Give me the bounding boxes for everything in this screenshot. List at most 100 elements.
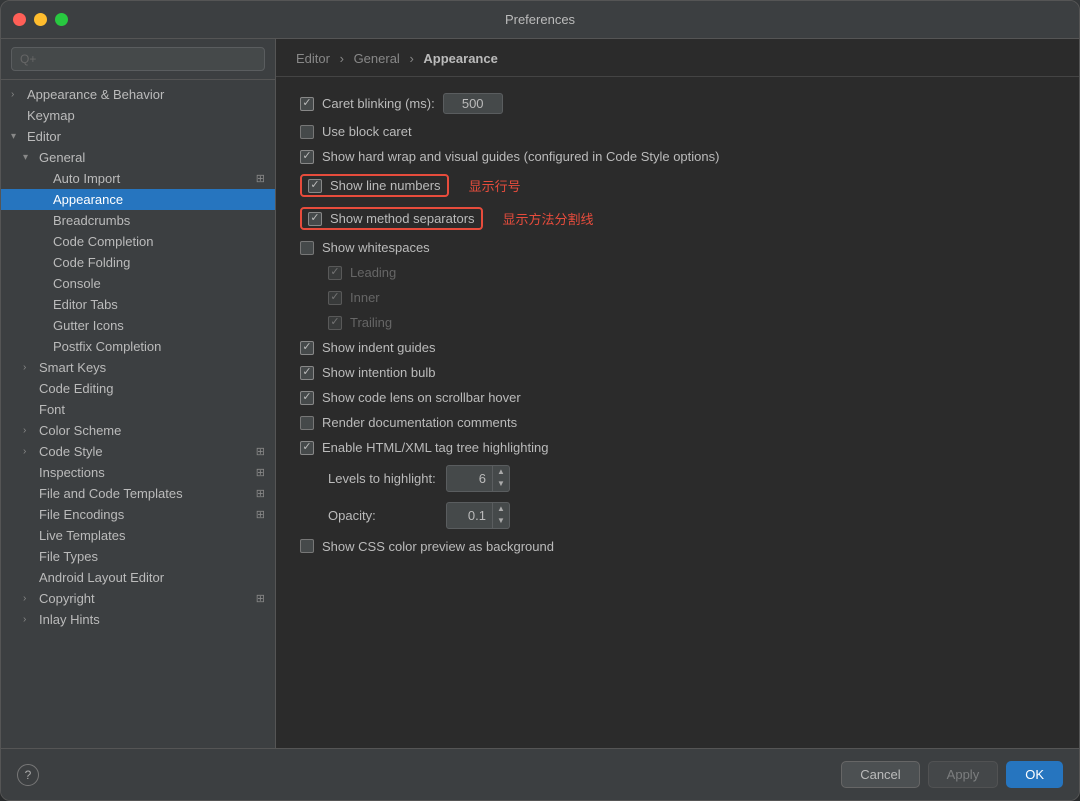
- show-line-numbers-highlight: Show line numbers: [300, 174, 449, 197]
- sidebar-item-color-scheme[interactable]: Color Scheme: [1, 420, 275, 441]
- sidebar-item-inlay-hints[interactable]: Inlay Hints: [1, 609, 275, 630]
- sidebar-item-appearance[interactable]: Appearance: [1, 189, 275, 210]
- minimize-button[interactable]: [34, 13, 47, 26]
- trailing-label: Trailing: [350, 315, 392, 330]
- show-line-numbers-checkbox[interactable]: [308, 179, 322, 193]
- use-block-caret-checkbox[interactable]: [300, 125, 314, 139]
- arrow-icon: [23, 446, 35, 457]
- preferences-dialog: Preferences Appearance & Behavior Keymap: [0, 0, 1080, 801]
- show-css-preview-checkbox[interactable]: [300, 539, 314, 553]
- sidebar-item-label: Color Scheme: [39, 423, 121, 438]
- sidebar-item-editor-tabs[interactable]: Editor Tabs: [1, 294, 275, 315]
- sidebar-item-file-encodings[interactable]: File Encodings ⊞: [1, 504, 275, 525]
- arrow-icon: [23, 152, 35, 163]
- breadcrumb: Editor › General › Appearance: [276, 39, 1079, 77]
- breadcrumb-editor: Editor: [296, 51, 330, 66]
- sidebar-item-android-layout-editor[interactable]: Android Layout Editor: [1, 567, 275, 588]
- copy-icon: ⊞: [256, 466, 265, 479]
- show-intention-bulb-checkbox[interactable]: [300, 366, 314, 380]
- sidebar-item-general[interactable]: General: [1, 147, 275, 168]
- enable-html-xml-checkbox[interactable]: [300, 441, 314, 455]
- sidebar-item-label: Code Editing: [39, 381, 113, 396]
- sidebar-item-label: Gutter Icons: [53, 318, 124, 333]
- render-doc-comments-checkbox[interactable]: [300, 416, 314, 430]
- maximize-button[interactable]: [55, 13, 68, 26]
- show-indent-guides-checkbox[interactable]: [300, 341, 314, 355]
- levels-spin-down[interactable]: ▼: [493, 478, 509, 490]
- help-button[interactable]: ?: [17, 764, 39, 786]
- main-content: Appearance & Behavior Keymap Editor Gene…: [1, 39, 1079, 748]
- sidebar-item-live-templates[interactable]: Live Templates: [1, 525, 275, 546]
- sidebar-item-code-completion[interactable]: Code Completion: [1, 231, 275, 252]
- sidebar-item-label: File Types: [39, 549, 98, 564]
- show-hard-wrap-row: Show hard wrap and visual guides (config…: [300, 149, 1055, 164]
- sidebar-item-code-folding[interactable]: Code Folding: [1, 252, 275, 273]
- apply-button[interactable]: Apply: [928, 761, 999, 788]
- arrow-icon: [23, 362, 35, 373]
- sidebar-item-keymap[interactable]: Keymap: [1, 105, 275, 126]
- sidebar-item-gutter-icons[interactable]: Gutter Icons: [1, 315, 275, 336]
- sidebar-item-postfix-completion[interactable]: Postfix Completion: [1, 336, 275, 357]
- use-block-caret-row: Use block caret: [300, 124, 1055, 139]
- show-code-lens-checkbox[interactable]: [300, 391, 314, 405]
- window-controls: [13, 13, 68, 26]
- opacity-input[interactable]: [447, 505, 492, 526]
- show-hard-wrap-checkbox[interactable]: [300, 150, 314, 164]
- sidebar-item-appearance-behavior[interactable]: Appearance & Behavior: [1, 84, 275, 105]
- cancel-button[interactable]: Cancel: [841, 761, 919, 788]
- caret-blinking-label: Caret blinking (ms):: [322, 96, 435, 111]
- footer-left: ?: [17, 764, 39, 786]
- sidebar-item-label: Appearance: [53, 192, 123, 207]
- sidebar-item-breadcrumbs[interactable]: Breadcrumbs: [1, 210, 275, 231]
- show-whitespaces-checkbox[interactable]: [300, 241, 314, 255]
- levels-spin-up[interactable]: ▲: [493, 466, 509, 478]
- ok-button[interactable]: OK: [1006, 761, 1063, 788]
- sidebar-item-code-editing[interactable]: Code Editing: [1, 378, 275, 399]
- opacity-spin-down[interactable]: ▼: [493, 515, 509, 527]
- sidebar-item-label: File Encodings: [39, 507, 124, 522]
- use-block-caret-label: Use block caret: [322, 124, 412, 139]
- trailing-checkbox[interactable]: [328, 316, 342, 330]
- show-line-numbers-row: Show line numbers 显示行号: [300, 174, 1055, 197]
- breadcrumb-sep1: ›: [340, 51, 344, 66]
- right-panel: Editor › General › Appearance Caret blin…: [276, 39, 1079, 748]
- caret-blinking-checkbox[interactable]: [300, 97, 314, 111]
- show-method-separators-checkbox[interactable]: [308, 212, 322, 226]
- sidebar-item-smart-keys[interactable]: Smart Keys: [1, 357, 275, 378]
- render-doc-comments-label: Render documentation comments: [322, 415, 517, 430]
- sidebar-item-label: Copyright: [39, 591, 95, 606]
- sidebar-item-copyright[interactable]: Copyright ⊞: [1, 588, 275, 609]
- close-button[interactable]: [13, 13, 26, 26]
- inner-checkbox[interactable]: [328, 291, 342, 305]
- sidebar-item-auto-import[interactable]: Auto Import ⊞: [1, 168, 275, 189]
- levels-to-highlight-input[interactable]: [447, 468, 492, 489]
- show-line-numbers-annotation: 显示行号: [469, 176, 521, 195]
- footer-right: Cancel Apply OK: [841, 761, 1063, 788]
- search-input[interactable]: [11, 47, 265, 71]
- title-bar: Preferences: [1, 1, 1079, 39]
- opacity-spin-up[interactable]: ▲: [493, 503, 509, 515]
- breadcrumb-current: Appearance: [423, 51, 497, 66]
- sidebar-item-label: Breadcrumbs: [53, 213, 130, 228]
- leading-checkbox[interactable]: [328, 266, 342, 280]
- sidebar-item-font[interactable]: Font: [1, 399, 275, 420]
- copy-icon: ⊞: [256, 592, 265, 605]
- sidebar-item-file-code-templates[interactable]: File and Code Templates ⊞: [1, 483, 275, 504]
- sidebar-item-file-types[interactable]: File Types: [1, 546, 275, 567]
- sidebar-item-label: Code Folding: [53, 255, 130, 270]
- sidebar-item-label: Keymap: [27, 108, 75, 123]
- sidebar-item-inspections[interactable]: Inspections ⊞: [1, 462, 275, 483]
- caret-blinking-input[interactable]: [443, 93, 503, 114]
- sidebar-item-label: Smart Keys: [39, 360, 106, 375]
- inner-label: Inner: [350, 290, 380, 305]
- show-indent-guides-label: Show indent guides: [322, 340, 435, 355]
- show-whitespaces-row: Show whitespaces: [300, 240, 1055, 255]
- arrow-icon: [23, 593, 35, 604]
- sidebar-item-label: Appearance & Behavior: [27, 87, 164, 102]
- show-intention-bulb-label: Show intention bulb: [322, 365, 435, 380]
- leading-row: Leading: [300, 265, 1055, 280]
- sidebar-item-code-style[interactable]: Code Style ⊞: [1, 441, 275, 462]
- sidebar-item-editor[interactable]: Editor: [1, 126, 275, 147]
- sidebar-item-console[interactable]: Console: [1, 273, 275, 294]
- show-code-lens-label: Show code lens on scrollbar hover: [322, 390, 521, 405]
